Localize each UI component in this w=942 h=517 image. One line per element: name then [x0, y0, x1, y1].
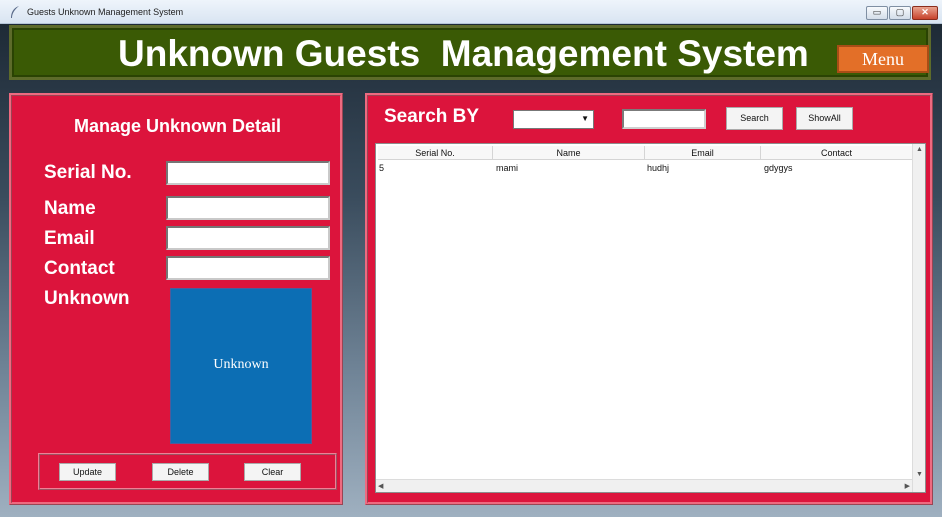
unknown-photo[interactable]: Unknown	[170, 288, 312, 444]
feather-app-icon	[11, 6, 19, 18]
clear-button[interactable]: Clear	[244, 463, 301, 481]
search-button[interactable]: Search	[726, 107, 783, 130]
serial-no-field[interactable]	[166, 161, 330, 185]
show-all-button[interactable]: ShowAll	[796, 107, 853, 130]
unknown-label: Unknown	[44, 288, 130, 309]
scroll-down-icon[interactable]: ▼	[916, 471, 923, 478]
search-by-label: Search BY	[384, 106, 480, 127]
app-title: Unknown Guests Management System	[118, 33, 809, 74]
delete-button[interactable]: Delete	[152, 463, 209, 481]
manage-panel: Manage Unknown Detail Serial No. Name Em…	[9, 93, 343, 505]
scroll-left-icon[interactable]: ◀	[378, 482, 383, 490]
window-titlebar: Guests Unknown Management System ▭ ▢ ✕	[0, 0, 942, 24]
contact-label: Contact	[44, 258, 115, 279]
manage-panel-title: Manage Unknown Detail	[74, 116, 282, 136]
cell-contact: gdygys	[764, 163, 793, 173]
serial-no-label: Serial No.	[44, 162, 132, 183]
cell-name: mami	[496, 163, 518, 173]
column-header-name[interactable]: Name	[493, 146, 645, 160]
cell-email: hudhj	[647, 163, 670, 173]
column-header-serial[interactable]: Serial No.	[378, 146, 493, 160]
table-header: Serial No. Name Email Contact	[378, 146, 912, 160]
email-label: Email	[44, 228, 95, 249]
chevron-down-icon: ▼	[581, 114, 589, 123]
maximize-button[interactable]: ▢	[889, 6, 911, 20]
action-button-frame: Update Delete Clear	[38, 453, 337, 490]
app-header: Unknown Guests Management System Menu	[9, 25, 931, 80]
horizontal-scrollbar[interactable]: ◀ ▶	[376, 479, 912, 492]
vertical-scrollbar[interactable]: ▲ ▼	[912, 144, 925, 492]
minimize-button[interactable]: ▭	[866, 6, 888, 20]
scroll-up-icon[interactable]: ▲	[916, 146, 923, 153]
search-input[interactable]	[622, 109, 706, 129]
search-panel: Search BY ▼ Search ShowAll Serial No. Na…	[365, 93, 933, 505]
cell-serial: 5	[379, 163, 385, 173]
close-button[interactable]: ✕	[912, 6, 938, 20]
name-field[interactable]	[166, 196, 330, 220]
menu-button[interactable]: Menu	[837, 45, 929, 73]
name-label: Name	[44, 198, 96, 219]
column-header-contact[interactable]: Contact	[761, 146, 912, 160]
scroll-right-icon[interactable]: ▶	[905, 482, 910, 490]
unknown-photo-text: Unknown	[213, 357, 269, 372]
email-field[interactable]	[166, 226, 330, 250]
update-button[interactable]: Update	[59, 463, 116, 481]
guest-table[interactable]: Serial No. Name Email Contact 5 mami hud…	[375, 143, 926, 493]
contact-field[interactable]	[166, 256, 330, 280]
window-title: Guests Unknown Management System	[27, 7, 184, 17]
search-by-select[interactable]: ▼	[513, 110, 594, 129]
column-header-email[interactable]: Email	[645, 146, 761, 160]
